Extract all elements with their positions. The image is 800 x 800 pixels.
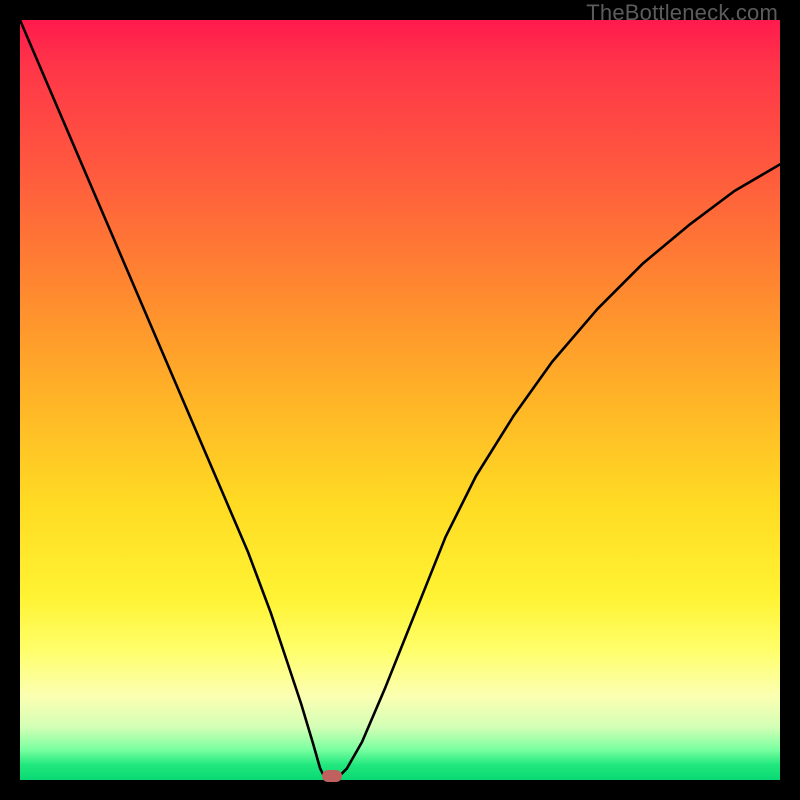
plot-area [20, 20, 780, 780]
minimum-marker [322, 770, 342, 782]
bottleneck-curve [20, 20, 780, 780]
chart-frame: TheBottleneck.com [0, 0, 800, 800]
